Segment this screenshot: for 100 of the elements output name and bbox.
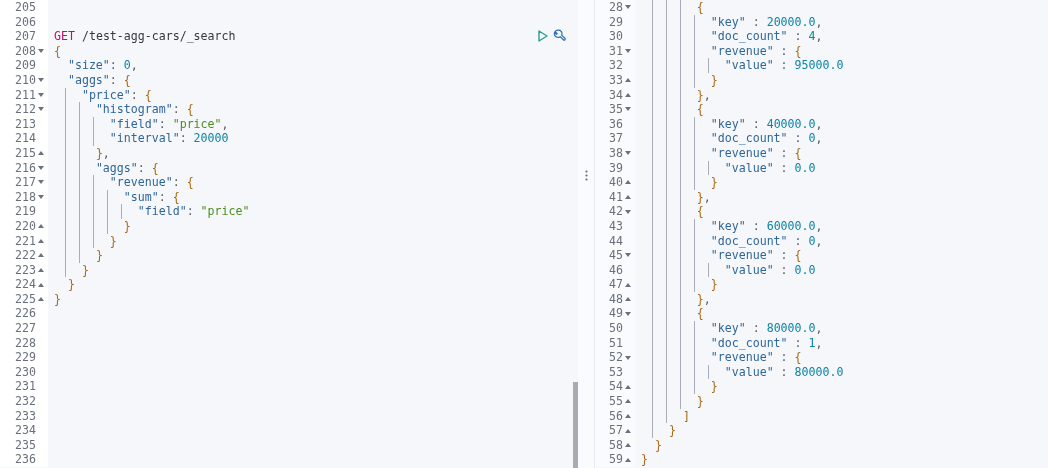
line-number: 210 <box>15 72 36 88</box>
line-number: 220 <box>15 218 36 234</box>
code-line: } <box>710 175 718 190</box>
line-number: 216 <box>15 160 36 176</box>
code-line: "key" : 80000.0, <box>710 321 823 336</box>
caret-up-icon[interactable] <box>38 224 44 229</box>
caret-down-icon[interactable] <box>625 253 631 258</box>
line-number: 32 <box>609 58 623 73</box>
line-number: 232 <box>15 394 36 409</box>
line-number: 35 <box>609 102 623 117</box>
code-line: "aggs": { <box>67 72 131 88</box>
caret-down-icon[interactable] <box>38 195 44 199</box>
code-line: } <box>109 233 117 249</box>
caret-up-icon[interactable] <box>625 457 631 462</box>
line-number: 221 <box>15 233 36 249</box>
line-number: 29 <box>609 14 623 30</box>
code-line: } <box>668 423 676 438</box>
code-line: } <box>641 452 648 467</box>
code-line: "value" : 95000.0 <box>724 58 844 73</box>
line-number: 233 <box>15 408 36 424</box>
caret-up-icon[interactable] <box>625 195 631 199</box>
line-number: 230 <box>15 364 36 380</box>
caret-down-icon[interactable] <box>625 49 631 54</box>
caret-down-icon[interactable] <box>625 5 631 10</box>
wrench-icon[interactable] <box>552 29 566 44</box>
caret-up-icon[interactable] <box>625 428 631 433</box>
caret-up-icon[interactable] <box>38 238 44 243</box>
line-number: 215 <box>15 145 36 161</box>
caret-up-icon[interactable] <box>38 282 44 287</box>
code-line: "key" : 40000.0, <box>710 116 823 132</box>
caret-up-icon[interactable] <box>38 151 44 156</box>
line-number: 225 <box>15 291 36 307</box>
caret-up-icon[interactable] <box>625 443 631 448</box>
code-line: } <box>67 277 75 292</box>
line-number: 227 <box>15 321 36 336</box>
code-line: } <box>710 72 718 88</box>
line-number: 212 <box>15 102 36 117</box>
caret-up-icon[interactable] <box>625 399 631 404</box>
resize-handle-icon[interactable] <box>584 170 588 181</box>
code-line: "doc_count" : 1, <box>710 335 823 351</box>
code-line: } <box>710 277 718 292</box>
code-line: { <box>696 204 704 219</box>
caret-up-icon[interactable] <box>625 282 631 287</box>
caret-down-icon[interactable] <box>38 92 44 97</box>
caret-up-icon[interactable] <box>625 92 631 97</box>
caret-down-icon[interactable] <box>625 151 631 156</box>
code-line: "key" : 20000.0, <box>710 14 823 30</box>
code-line: "revenue" : { <box>710 248 802 263</box>
code-line: "value" : 0.0 <box>724 160 816 176</box>
scrollbar-thumb[interactable] <box>573 382 578 468</box>
line-number: 214 <box>15 131 36 146</box>
code-line: "value" : 0.0 <box>724 262 816 278</box>
caret-down-icon[interactable] <box>38 78 44 83</box>
line-number: 236 <box>15 452 36 467</box>
code-line: { <box>696 306 704 322</box>
code-line: "sum": { <box>123 189 180 205</box>
line-number: 218 <box>15 189 36 205</box>
caret-up-icon[interactable] <box>38 297 44 302</box>
code-line: "value" : 80000.0 <box>724 364 844 380</box>
caret-down-icon[interactable] <box>625 209 631 214</box>
line-number: 30 <box>609 29 623 44</box>
line-number: 211 <box>15 87 36 103</box>
caret-up-icon[interactable] <box>625 413 631 418</box>
caret-down-icon[interactable] <box>38 107 44 112</box>
play-icon[interactable] <box>538 30 548 43</box>
code-line: "field": "price", <box>109 116 229 132</box>
line-number: 36 <box>609 116 623 132</box>
line-number: 39 <box>609 160 623 176</box>
line-number: 228 <box>15 335 36 351</box>
line-number: 53 <box>609 364 623 380</box>
caret-down-icon[interactable] <box>625 311 631 316</box>
line-number: 234 <box>15 423 36 438</box>
code-line: "histogram": { <box>95 102 194 117</box>
caret-up-icon[interactable] <box>625 297 631 302</box>
code-line: "key" : 60000.0, <box>710 218 823 234</box>
code-line: ] <box>682 408 690 424</box>
line-number: 47 <box>609 277 623 292</box>
caret-down-icon[interactable] <box>38 49 44 54</box>
line-number: 57 <box>609 423 623 438</box>
code-line: } <box>710 379 718 395</box>
line-number: 48 <box>609 291 623 307</box>
caret-up-icon[interactable] <box>38 268 44 272</box>
caret-down-icon[interactable] <box>38 180 44 185</box>
line-number: 56 <box>609 408 623 424</box>
caret-down-icon[interactable] <box>625 107 631 112</box>
caret-up-icon[interactable] <box>38 253 44 258</box>
line-number: 38 <box>609 145 623 161</box>
caret-up-icon[interactable] <box>625 180 631 185</box>
caret-up-icon[interactable] <box>625 78 631 83</box>
line-number: 31 <box>609 43 623 59</box>
code-line: { <box>696 0 704 15</box>
caret-down-icon[interactable] <box>38 165 44 170</box>
code-line: "interval": 20000 <box>109 131 229 146</box>
line-number: 207 <box>15 29 36 44</box>
caret-down-icon[interactable] <box>625 355 631 360</box>
line-number: 58 <box>609 437 623 453</box>
code-line: } <box>696 394 704 409</box>
line-number: 206 <box>15 14 36 30</box>
caret-up-icon[interactable] <box>625 384 631 389</box>
line-number: 213 <box>15 116 36 132</box>
